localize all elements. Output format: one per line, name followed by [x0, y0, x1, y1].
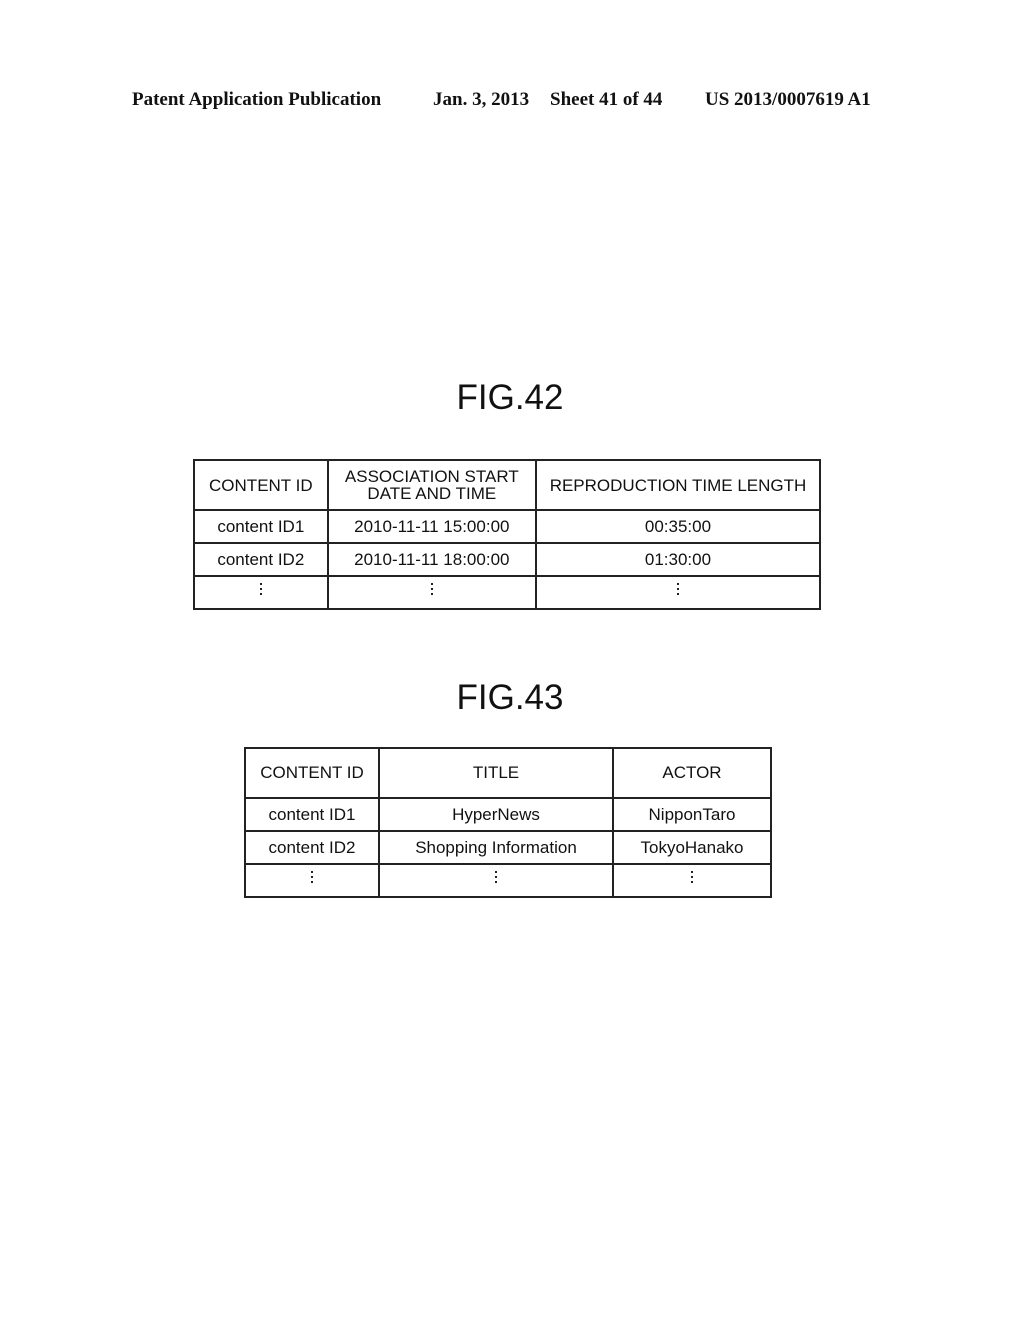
vertical-ellipsis-icon: [244, 863, 380, 898]
cell-time-length: 00:35:00: [534, 509, 822, 544]
column-header-reproduction-time: REPRODUCTION TIME LENGTH: [534, 459, 822, 511]
cell-start-datetime: 2010-11-11 15:00:00: [326, 509, 537, 544]
publication-type: Patent Application Publication: [132, 89, 382, 110]
figure-43-label: FIG.43: [456, 678, 564, 717]
figure-43-table: CONTENT ID TITLE ACTOR content ID1 Hyper…: [244, 747, 772, 898]
cell-content-id: content ID1: [244, 797, 380, 832]
vertical-ellipsis-icon: [534, 575, 822, 610]
continuation-row: [244, 863, 772, 898]
column-header-title: TITLE: [378, 747, 614, 799]
table-row: content ID2 2010-11-11 18:00:00 01:30:00: [193, 542, 822, 577]
header-line-2: DATE AND TIME: [367, 484, 497, 503]
cell-title: Shopping Information: [378, 830, 614, 865]
vertical-ellipsis-icon: [193, 575, 329, 610]
cell-content-id: content ID2: [244, 830, 380, 865]
table-row: content ID2 Shopping Information TokyoHa…: [244, 830, 772, 865]
vertical-ellipsis-icon: [326, 575, 537, 610]
cell-time-length: 01:30:00: [534, 542, 822, 577]
page-header: Patent Application Publication Jan. 3, 2…: [0, 89, 1024, 113]
cell-title: HyperNews: [378, 797, 614, 832]
sheet-number: Sheet 41 of 44: [550, 89, 663, 110]
column-header-association-start: ASSOCIATION START DATE AND TIME: [326, 459, 537, 511]
table-row: content ID1 HyperNews NipponTaro: [244, 797, 772, 832]
publication-date: Jan. 3, 2013: [433, 89, 530, 110]
cell-actor: TokyoHanako: [612, 830, 772, 865]
cell-actor: NipponTaro: [612, 797, 772, 832]
table-row: content ID1 2010-11-11 15:00:00 00:35:00: [193, 509, 822, 544]
column-header-content-id: CONTENT ID: [193, 459, 329, 511]
table-header-row: CONTENT ID ASSOCIATION START DATE AND TI…: [193, 459, 822, 511]
figure-42-label: FIG.42: [456, 378, 564, 417]
vertical-ellipsis-icon: [378, 863, 614, 898]
cell-content-id: content ID2: [193, 542, 329, 577]
cell-start-datetime: 2010-11-11 18:00:00: [326, 542, 537, 577]
table-header-row: CONTENT ID TITLE ACTOR: [244, 747, 772, 799]
cell-content-id: content ID1: [193, 509, 329, 544]
header-line-1: ASSOCIATION START: [344, 467, 519, 486]
vertical-ellipsis-icon: [612, 863, 772, 898]
column-header-actor: ACTOR: [612, 747, 772, 799]
column-header-content-id: CONTENT ID: [244, 747, 380, 799]
figure-42-table: CONTENT ID ASSOCIATION START DATE AND TI…: [193, 459, 822, 610]
patent-number: US 2013/0007619 A1: [705, 89, 871, 110]
continuation-row: [193, 575, 822, 610]
